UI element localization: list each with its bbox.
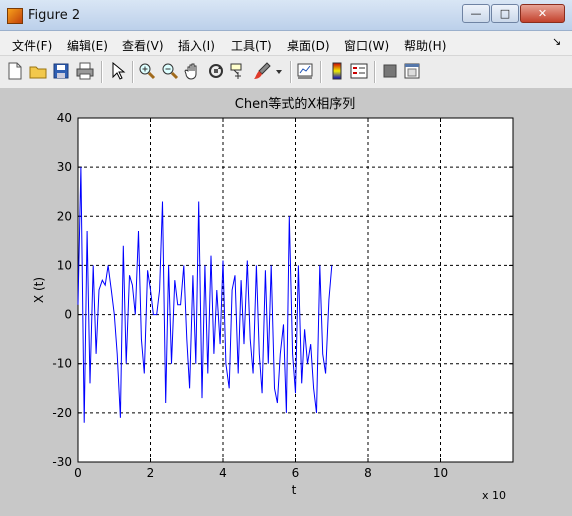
toolbar-separator xyxy=(101,61,103,83)
zoom-out-icon[interactable] xyxy=(161,62,179,80)
menu-insert[interactable]: 插入(I) xyxy=(178,37,215,54)
menu-overflow-icon[interactable]: ↘ xyxy=(552,35,561,48)
y-tick-label: 0 xyxy=(64,308,72,322)
x-exponent-label: x 10 xyxy=(482,489,506,502)
y-tick-label: 10 xyxy=(57,258,72,272)
y-tick-label: 40 xyxy=(57,111,72,125)
x-tick-label: 10 xyxy=(433,466,448,480)
print-icon[interactable] xyxy=(76,62,94,80)
menu-file[interactable]: 文件(F) xyxy=(12,37,52,54)
window-titlebar[interactable]: Figure 2 — □ ✕ xyxy=(0,0,572,31)
x-axis-label: t xyxy=(292,483,297,497)
data-cursor-icon[interactable] xyxy=(230,62,248,80)
menu-tools[interactable]: 工具(T) xyxy=(231,37,272,54)
close-button[interactable]: ✕ xyxy=(520,4,565,23)
brush-icon[interactable] xyxy=(253,62,271,80)
toolbar-separator xyxy=(132,61,134,83)
y-tick-label: -10 xyxy=(52,357,72,371)
legend-icon[interactable] xyxy=(350,62,368,80)
menu-bar: 文件(F) 编辑(E) 查看(V) 插入(I) 工具(T) 桌面(D) 窗口(W… xyxy=(0,31,572,56)
x-tick-label: 4 xyxy=(219,466,227,480)
hide-plot-tools-icon[interactable] xyxy=(381,62,399,80)
colorbar-icon[interactable] xyxy=(328,62,346,80)
brush-dropdown-icon[interactable] xyxy=(274,62,284,80)
menu-view[interactable]: 查看(V) xyxy=(122,37,164,54)
maximize-button[interactable]: □ xyxy=(491,4,519,23)
open-icon[interactable] xyxy=(29,62,47,80)
figure-toolbar xyxy=(0,56,572,89)
x-tick-label: 0 xyxy=(74,466,82,480)
toolbar-separator xyxy=(290,61,292,83)
new-figure-icon[interactable] xyxy=(6,62,24,80)
y-axis-label: X (t) xyxy=(32,277,46,303)
y-tick-label: 20 xyxy=(57,209,72,223)
save-icon[interactable] xyxy=(52,62,70,80)
menu-window[interactable]: 窗口(W) xyxy=(344,37,389,54)
link-plot-icon[interactable] xyxy=(296,62,314,80)
window-title: Figure 2 xyxy=(28,8,81,23)
plot-svg: -30 -20 -10 0 10 20 30 40 0 2 4 6 8 10 Chen等式的X相序列 t… xyxy=(32,96,514,502)
y-tick-label: -30 xyxy=(52,455,72,469)
pan-hand-icon[interactable] xyxy=(184,62,202,80)
plot-title: Chen等式的X相序列 xyxy=(235,96,355,112)
rotate-3d-icon[interactable] xyxy=(207,62,225,80)
y-tick-labels: -30 -20 -10 0 10 20 30 40 xyxy=(52,111,72,469)
toolbar-separator xyxy=(374,61,376,83)
matlab-figure-icon xyxy=(7,8,23,24)
menu-edit[interactable]: 编辑(E) xyxy=(67,37,108,54)
y-tick-label: -20 xyxy=(52,406,72,420)
axes-box[interactable] xyxy=(77,117,514,463)
menu-help[interactable]: 帮助(H) xyxy=(404,37,446,54)
show-plot-tools-icon[interactable] xyxy=(403,62,421,80)
zoom-in-icon[interactable] xyxy=(138,62,156,80)
x-tick-label: 8 xyxy=(364,466,372,480)
x-tick-labels: 0 2 4 6 8 10 xyxy=(74,466,448,480)
minimize-button[interactable]: — xyxy=(462,4,490,23)
figure-canvas[interactable]: -30 -20 -10 0 10 20 30 40 0 2 4 6 8 10 Chen等式的X相序列 t… xyxy=(0,89,572,516)
y-tick-label: 30 xyxy=(57,160,72,174)
toolbar-separator xyxy=(320,61,322,83)
menu-desktop[interactable]: 桌面(D) xyxy=(287,37,330,54)
x-tick-label: 6 xyxy=(292,466,300,480)
x-tick-label: 2 xyxy=(147,466,155,480)
select-arrow-icon[interactable] xyxy=(109,62,127,80)
